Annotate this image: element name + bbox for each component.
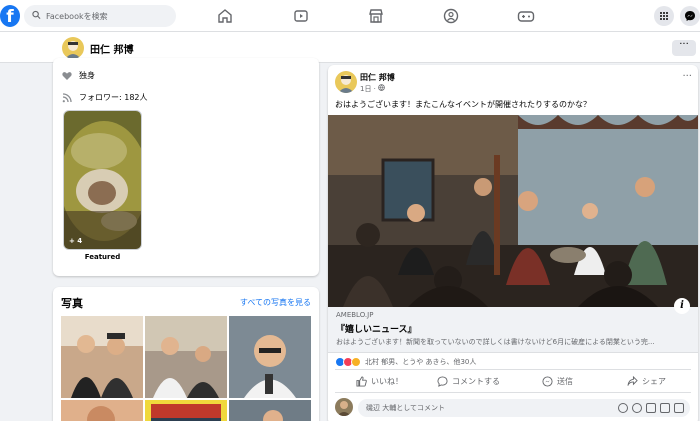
photo-thumbnail[interactable] (229, 316, 311, 398)
share-button[interactable]: シェア (602, 370, 691, 392)
photo-thumbnail[interactable] (61, 400, 143, 421)
messenger-send-icon (542, 375, 553, 387)
heart-icon (62, 71, 72, 80)
marketplace-icon[interactable] (366, 6, 386, 26)
thumbs-up-icon (356, 375, 367, 387)
info-icon[interactable]: i (674, 298, 690, 314)
comment-tools (618, 403, 684, 413)
followers-count[interactable]: フォロワー: 182人 (79, 92, 148, 103)
search-bar[interactable] (24, 5, 176, 27)
share-label: シェア (642, 376, 666, 386)
photo-thumbnail[interactable] (145, 316, 227, 398)
ramen-photo (64, 111, 141, 249)
relationship-row: 独身 (62, 70, 95, 81)
photo-thumbnail[interactable] (61, 316, 143, 398)
more-options-button[interactable]: ··· (672, 40, 696, 56)
avatar[interactable] (62, 37, 84, 59)
link-preview[interactable]: AMEBLO.JP 『嬉しいニュース』 おはようございます！新聞を取っていないの… (328, 307, 698, 353)
featured-count-badge: + 4 (69, 237, 83, 245)
link-title[interactable]: 『嬉しいニュース』 (336, 322, 417, 335)
post-time[interactable]: 1日 · (360, 85, 378, 93)
reactions-text[interactable]: 北村 郁男、とうや あきら、他30人 (365, 357, 476, 367)
band-performance-photo (328, 115, 698, 307)
send-button[interactable]: 送信 (513, 370, 602, 392)
comment-label: コメントする (452, 376, 500, 386)
photos-card: 写真 すべての写真を見る (53, 287, 319, 421)
featured-collection-thumbnail[interactable]: + 4 (63, 110, 142, 250)
home-icon[interactable] (215, 6, 235, 26)
reactions-summary[interactable]: 北村 郁男、とうや あきら、他30人 (335, 357, 476, 367)
profile-name[interactable]: 田仁 邦博 (90, 41, 133, 56)
camera-icon[interactable] (646, 403, 656, 413)
link-description: おはようございます！新聞を取っていないので詳しくは書けないけど6月に破産による閉… (336, 338, 655, 346)
share-icon (627, 375, 638, 386)
link-domain: AMEBLO.JP (336, 311, 374, 319)
photos-title: 写真 (61, 297, 83, 310)
comment-box[interactable] (358, 399, 690, 417)
facebook-logo[interactable]: f (0, 5, 20, 27)
groups-icon[interactable] (441, 6, 461, 26)
care-reaction-icon (351, 357, 361, 367)
see-all-photos-link[interactable]: すべての写真を見る (240, 297, 311, 308)
comment-input[interactable] (366, 399, 616, 417)
emoji-icon[interactable] (632, 403, 642, 413)
post-link-image[interactable] (328, 115, 698, 307)
globe-icon (378, 84, 385, 91)
comment-button[interactable]: コメントする (424, 370, 513, 392)
post-author-avatar[interactable] (335, 71, 357, 93)
post-text: おはようございます！またこんなイベントが開催されたりするのかな？ (335, 100, 591, 109)
post-options-icon[interactable]: ··· (682, 71, 692, 82)
menu-grid-icon[interactable] (654, 6, 674, 26)
featured-label: Featured (84, 253, 121, 261)
post-timestamp[interactable]: 1日 · (360, 84, 385, 94)
photo-thumbnail[interactable] (229, 400, 311, 421)
sticker-icon[interactable] (674, 403, 684, 413)
like-button[interactable]: いいね！ (335, 370, 424, 392)
top-navigation-bar: f (0, 0, 700, 32)
commenter-avatar[interactable] (335, 398, 353, 416)
post-card: 田仁 邦博 1日 · ··· おはようございます！またこんなイベントが開催された… (328, 65, 698, 421)
search-icon (32, 10, 41, 19)
followers-icon (62, 92, 72, 102)
like-label: いいね！ (371, 376, 403, 386)
followers-row: フォロワー: 182人 (62, 92, 148, 103)
gaming-icon[interactable] (516, 6, 536, 26)
comment-icon (437, 375, 448, 387)
gif-icon[interactable] (660, 403, 670, 413)
post-author-name[interactable]: 田仁 邦博 (360, 72, 395, 83)
photo-thumbnail[interactable] (145, 400, 227, 421)
post-actions-bar: いいね！ コメントする 送信 シェア (335, 369, 691, 393)
search-input[interactable] (46, 5, 172, 27)
avatar-sticker-icon[interactable] (618, 403, 628, 413)
relationship-status: 独身 (79, 71, 95, 80)
messenger-icon[interactable] (680, 6, 700, 26)
send-label: 送信 (557, 376, 573, 386)
watch-icon[interactable] (291, 6, 311, 26)
